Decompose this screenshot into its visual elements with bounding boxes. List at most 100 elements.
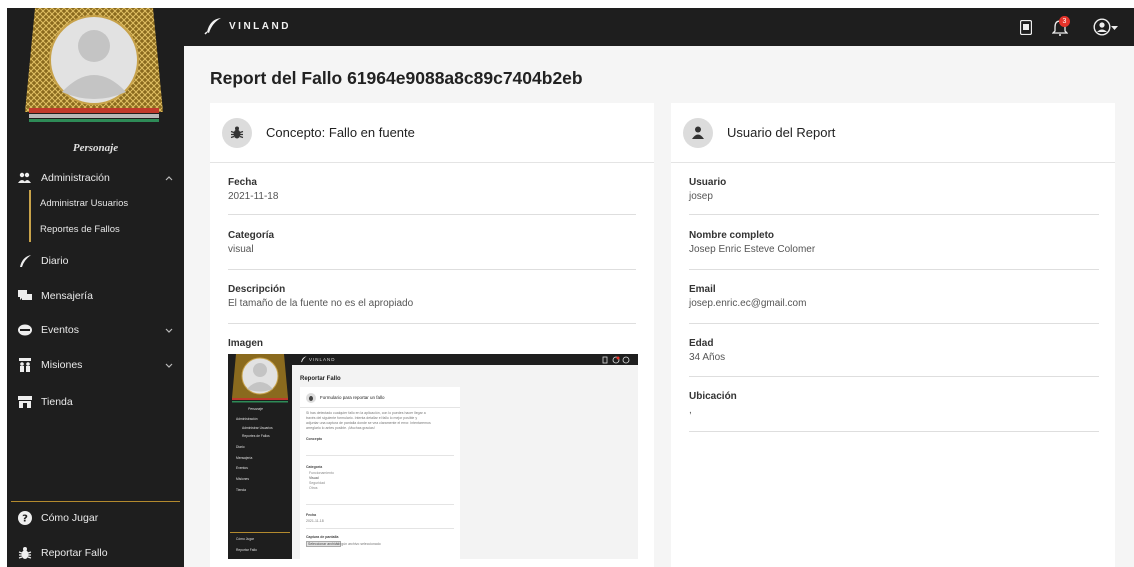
caret-down-icon bbox=[1110, 25, 1118, 30]
screenshot-divider bbox=[306, 528, 454, 529]
screenshot-radio-option: Otros bbox=[309, 486, 318, 490]
sidebar-item-tienda[interactable]: Tienda bbox=[7, 389, 184, 415]
field-imagen: Imagen bbox=[228, 338, 263, 349]
brand-quill-icon bbox=[204, 18, 221, 35]
sidebar-item-mensajeria[interactable]: Mensajería bbox=[7, 283, 184, 309]
chevron-down-icon bbox=[164, 325, 174, 335]
screenshot-menu-item: Diario bbox=[236, 445, 245, 449]
sidebar-item-label: Diario bbox=[41, 255, 69, 267]
sidebar-item-label: Reportar Fallo bbox=[41, 547, 108, 559]
sidebar: Personaje Administración Administrar Usu… bbox=[7, 8, 184, 567]
divider bbox=[689, 269, 1099, 270]
divider bbox=[228, 323, 636, 324]
screenshot-capture-label: Captura de pantalla bbox=[306, 535, 339, 539]
screenshot-character-name: Personaje bbox=[248, 407, 263, 411]
field-usuario: Usuario josep bbox=[689, 177, 726, 202]
sidebar-divider bbox=[11, 501, 180, 502]
screenshot-radio-option: Seguridad bbox=[309, 481, 325, 485]
field-value: El tamaño de la fuente no es el apropiad… bbox=[228, 298, 414, 309]
user-menu-button[interactable] bbox=[1091, 18, 1119, 36]
sidebar-item-administracion[interactable]: Administración bbox=[7, 165, 184, 191]
screenshot-intro-line: través del siguiente formulario. Intenta… bbox=[306, 416, 418, 420]
user-circle-icon bbox=[1092, 18, 1111, 36]
screenshot-menu-item: Administrar Usuarios bbox=[242, 426, 273, 430]
field-label: Ubicación bbox=[689, 391, 737, 402]
disc-icon bbox=[18, 323, 32, 337]
field-label: Nombre completo bbox=[689, 230, 775, 241]
brand-name: VINLAND bbox=[229, 20, 291, 32]
bug-icon bbox=[222, 117, 252, 148]
screenshot-radio-option: Visual bbox=[309, 476, 319, 480]
screenshot-intro-line: adjuntar una captura de pantalla donde s… bbox=[306, 421, 431, 425]
screenshot-divider bbox=[300, 407, 460, 408]
sidebar-item-label: Eventos bbox=[41, 324, 79, 336]
sidebar-item-eventos[interactable]: Eventos bbox=[7, 317, 184, 343]
sidebar-item-como-jugar[interactable]: ? Cómo Jugar bbox=[7, 505, 184, 531]
screenshot-menu-item: Mensajería bbox=[236, 456, 253, 460]
field-ubicacion: Ubicación , bbox=[689, 391, 737, 416]
screenshot-menu-item: Misiones bbox=[236, 477, 250, 481]
people-icon bbox=[18, 358, 32, 372]
field-value: josep.enric.ec@gmail.com bbox=[689, 298, 807, 309]
screenshot-form-title: Formulario para reportar un fallo bbox=[320, 395, 385, 400]
store-icon bbox=[18, 395, 32, 409]
screenshot-menu-item: Reportar Fallo bbox=[236, 548, 257, 552]
screenshot-brand: VINLAND bbox=[300, 356, 336, 363]
screenshot-menu-item: Cómo Jugar bbox=[236, 537, 254, 541]
field-value: 2021-11-18 bbox=[228, 191, 279, 202]
field-label: Email bbox=[689, 284, 716, 295]
sidebar-item-label: Mensajería bbox=[41, 290, 93, 302]
sidebar-item-misiones[interactable]: Misiones bbox=[7, 352, 184, 378]
screenshot-brand-name: VINLAND bbox=[309, 357, 336, 362]
brand-logo[interactable]: VINLAND bbox=[204, 17, 291, 35]
bug-icon bbox=[306, 393, 316, 403]
screenshot-divider bbox=[230, 532, 290, 533]
sidebar-item-label: Misiones bbox=[41, 359, 83, 371]
field-value: josep bbox=[689, 191, 713, 202]
chevron-up-icon bbox=[164, 173, 174, 183]
page-title: Report del Fallo 61964e9088a8c89c7404b2e… bbox=[210, 68, 583, 88]
chat-icon bbox=[18, 289, 32, 303]
screenshot-radio-option: Funcionamiento bbox=[309, 471, 334, 475]
user-card: Usuario del Report Usuario josep Nombre … bbox=[671, 103, 1115, 567]
screenshot-divider bbox=[306, 455, 454, 456]
sidebar-item-label: Administrar Usuarios bbox=[40, 197, 129, 209]
character-sheet-icon[interactable] bbox=[1019, 18, 1033, 36]
screenshot-avatar bbox=[232, 354, 288, 403]
field-label: Edad bbox=[689, 338, 714, 349]
screenshot-topbar: VINLAND bbox=[292, 354, 638, 365]
field-label: Fecha bbox=[228, 177, 257, 188]
field-email: Email josep.enric.ec@gmail.com bbox=[689, 284, 806, 309]
divider bbox=[689, 323, 1099, 324]
bug-screenshot-image[interactable]: Personaje Administración Administrar Usu… bbox=[228, 354, 638, 559]
screenshot-page-title: Reportar Fallo bbox=[300, 376, 341, 382]
sidebar-item-reportes-de-fallos[interactable]: Reportes de Fallos bbox=[29, 216, 184, 242]
notifications-icon[interactable]: 3 bbox=[1049, 16, 1071, 36]
field-value: , bbox=[689, 405, 692, 416]
sidebar-item-reportar-fallo[interactable]: Reportar Fallo bbox=[7, 540, 184, 566]
field-fecha: Fecha 2021-11-18 bbox=[228, 177, 278, 202]
screenshot-form-card: Formulario para reportar un fallo Si has… bbox=[300, 387, 460, 559]
screenshot-file-status: Ningún archivo seleccionado bbox=[336, 542, 381, 546]
user-card-header: Usuario del Report bbox=[671, 103, 1115, 163]
field-nombre-completo: Nombre completo Josep Enric Esteve Colom… bbox=[689, 230, 815, 255]
brand-quill-icon bbox=[301, 356, 307, 363]
field-descripcion: Descripción El tamaño de la fuente no es… bbox=[228, 284, 413, 309]
screenshot-date-label: Fecha bbox=[306, 513, 317, 517]
sidebar-item-label: Administración bbox=[41, 172, 110, 184]
user-icon bbox=[683, 117, 713, 148]
sidebar-item-administrar-usuarios[interactable]: Administrar Usuarios bbox=[29, 190, 184, 216]
screenshot-divider bbox=[306, 504, 454, 505]
divider bbox=[228, 269, 636, 270]
field-label: Categoría bbox=[228, 230, 275, 241]
sidebar-item-diario[interactable]: Diario bbox=[7, 248, 184, 274]
sidebar-item-label: Tienda bbox=[41, 396, 73, 408]
screenshot-sidebar: Personaje Administración Administrar Usu… bbox=[228, 354, 292, 559]
concept-card-header: Concepto: Fallo en fuente bbox=[210, 103, 654, 163]
screenshot-date-value: 2021-11-18 bbox=[306, 519, 324, 523]
user-card-title: Usuario del Report bbox=[727, 125, 836, 140]
character-avatar[interactable] bbox=[25, 8, 163, 126]
users-cog-icon bbox=[18, 171, 32, 185]
divider bbox=[689, 431, 1099, 432]
screenshot-menu-item: Administración bbox=[236, 417, 258, 421]
